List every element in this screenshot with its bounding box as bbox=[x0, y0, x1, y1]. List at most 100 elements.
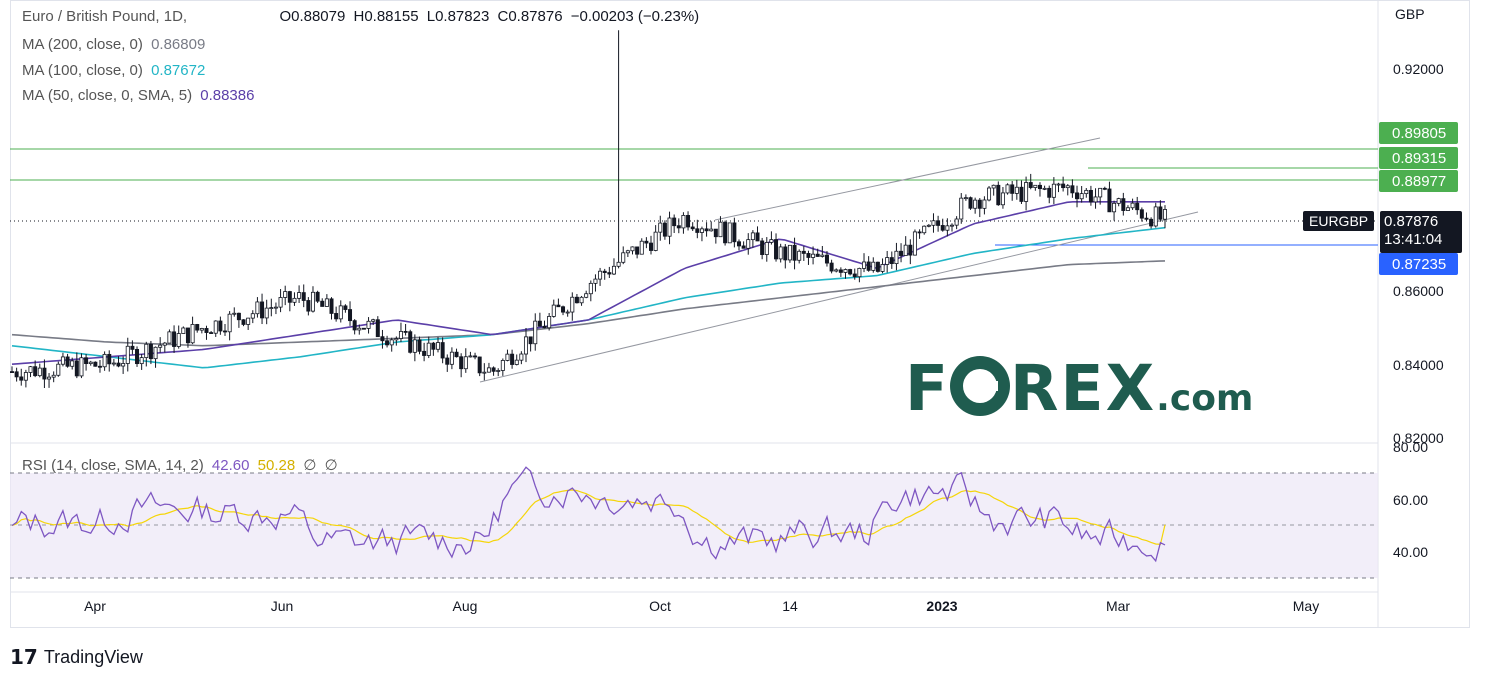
candle-body bbox=[676, 225, 681, 229]
last-price-tag: 0.87876 13:41:04 bbox=[1380, 211, 1462, 253]
candle-body bbox=[1042, 187, 1047, 190]
candle-body bbox=[1135, 202, 1140, 211]
candle-body bbox=[181, 327, 186, 334]
candle-body bbox=[19, 376, 24, 381]
candle-body bbox=[959, 197, 964, 220]
candle-body bbox=[690, 226, 695, 230]
candle-body bbox=[445, 357, 450, 365]
rsi-value: 42.60 bbox=[211, 457, 250, 474]
candle-body bbox=[1153, 206, 1158, 227]
candle-body bbox=[787, 244, 792, 261]
candle-body bbox=[565, 311, 570, 314]
tradingview-logo[interactable]: 𝟭𝟳 TradingView bbox=[10, 645, 143, 670]
candle-body bbox=[1116, 198, 1121, 204]
candle-body bbox=[496, 370, 501, 372]
candle-body bbox=[199, 328, 204, 331]
candle-body bbox=[47, 376, 52, 380]
candle-body bbox=[1158, 206, 1163, 220]
candle-body bbox=[148, 343, 153, 360]
candle-body bbox=[320, 300, 325, 307]
candle-body bbox=[440, 342, 445, 359]
candle-body bbox=[1005, 184, 1010, 194]
rsi-sma-value: 50.28 bbox=[257, 457, 296, 474]
candle-body bbox=[903, 244, 908, 256]
price-tick-label: 0.92000 bbox=[1393, 61, 1444, 77]
candle-body bbox=[755, 232, 760, 242]
ma100-legend[interactable]: MA (100, close, 0) 0.87672 bbox=[22, 62, 209, 79]
candle-body bbox=[102, 353, 107, 368]
price-tag-label: 0.88977 bbox=[1392, 173, 1446, 190]
candle-body bbox=[1107, 188, 1112, 213]
candle-body bbox=[273, 306, 278, 309]
ma50-label: MA (50, close, 0, SMA, 5) bbox=[22, 87, 193, 104]
candle-body bbox=[917, 231, 922, 234]
candle-body bbox=[116, 362, 121, 367]
candle-body bbox=[908, 244, 913, 256]
tradingview-icon: 𝟭𝟳 bbox=[10, 647, 38, 669]
candle-body bbox=[561, 306, 566, 313]
candle-body bbox=[713, 228, 718, 238]
candle-body bbox=[93, 361, 98, 367]
candle-body bbox=[1051, 183, 1056, 198]
candle-body bbox=[963, 197, 968, 200]
candle-body bbox=[107, 353, 112, 365]
candle-body bbox=[542, 325, 547, 329]
candle-body bbox=[556, 304, 561, 308]
candle-body bbox=[37, 367, 42, 377]
candle-body bbox=[1163, 209, 1168, 220]
candle-body bbox=[806, 253, 811, 258]
candle-body bbox=[1112, 202, 1117, 213]
candle-body bbox=[778, 246, 783, 260]
candle-body bbox=[774, 239, 779, 260]
candle-body bbox=[1075, 192, 1080, 200]
symbol-title[interactable]: Euro / British Pound, 1D, bbox=[22, 8, 187, 25]
rsi-legend[interactable]: RSI (14, close, SMA, 14, 2) 42.60 50.28 … bbox=[22, 456, 342, 474]
candle-body bbox=[139, 357, 144, 365]
candle-body bbox=[875, 261, 880, 272]
candle-body bbox=[936, 220, 941, 226]
candle-body bbox=[375, 319, 380, 338]
candle-body bbox=[398, 331, 403, 339]
candle-body bbox=[537, 320, 542, 327]
candle-body bbox=[491, 367, 496, 372]
candle-body bbox=[74, 360, 79, 377]
candle-body bbox=[449, 351, 454, 365]
candle-body bbox=[764, 242, 769, 255]
candle-body bbox=[523, 336, 528, 355]
candle-body bbox=[709, 228, 714, 232]
candles bbox=[9, 30, 1168, 388]
candle-body bbox=[940, 225, 945, 231]
candle-body bbox=[459, 356, 464, 370]
candle-body bbox=[686, 215, 691, 228]
candle-body bbox=[1098, 187, 1103, 198]
candle-body bbox=[598, 270, 603, 280]
candle-body bbox=[611, 265, 616, 275]
candle-body bbox=[213, 320, 218, 334]
candle-body bbox=[977, 199, 982, 209]
candle-body bbox=[306, 300, 311, 312]
candle-body bbox=[190, 324, 195, 344]
price-tag-label: 0.87235 bbox=[1392, 256, 1446, 273]
candle-body bbox=[310, 291, 315, 312]
candle-body bbox=[162, 342, 167, 346]
currency-label: GBP bbox=[1395, 6, 1425, 22]
ma200-legend[interactable]: MA (200, close, 0) 0.86809 bbox=[22, 36, 209, 53]
candle-body bbox=[718, 221, 723, 238]
candle-body bbox=[185, 327, 190, 344]
ma100-label: MA (100, close, 0) bbox=[22, 62, 143, 79]
candle-body bbox=[987, 187, 992, 201]
candle-body bbox=[42, 367, 47, 380]
candle-body bbox=[1019, 186, 1024, 202]
ma50-legend[interactable]: MA (50, close, 0, SMA, 5) 0.88386 bbox=[22, 87, 258, 104]
candle-body bbox=[783, 246, 788, 261]
time-tick-label: 2023 bbox=[926, 598, 957, 614]
rsi-tick-label: 60.00 bbox=[1393, 492, 1428, 508]
candle-body bbox=[547, 316, 552, 329]
candle-body bbox=[1121, 198, 1126, 211]
open-value: O0.88079 bbox=[279, 8, 346, 25]
candle-body bbox=[60, 356, 65, 365]
candle-body bbox=[260, 301, 265, 319]
price-tag-label: 0.89315 bbox=[1392, 150, 1446, 167]
candle-body bbox=[857, 267, 862, 278]
candle-body bbox=[366, 320, 371, 329]
